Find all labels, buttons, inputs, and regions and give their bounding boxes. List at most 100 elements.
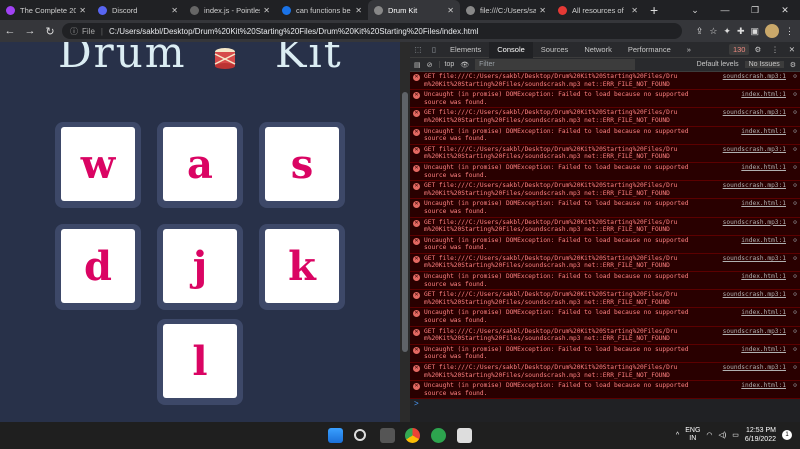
menu-icon[interactable]: ⋮ <box>785 26 794 37</box>
drum-key-w[interactable]: w <box>55 122 141 208</box>
reveal-icon[interactable]: ⊙ <box>793 182 797 190</box>
drum-key-letter[interactable]: l <box>163 324 237 398</box>
tab-close-icon[interactable]: ✕ <box>171 6 178 15</box>
message-source-link[interactable]: soundscrash.mp3:1 <box>723 73 786 81</box>
close-window-button[interactable]: ✕ <box>770 5 800 16</box>
console-error-message[interactable]: ✕ Uncaught (in promise) DOMException: Fai… <box>410 344 800 363</box>
console-error-message[interactable]: ✕ Uncaught (in promise) DOMException: Fai… <box>410 162 800 182</box>
devtools-tab-elements[interactable]: Elements <box>442 42 489 58</box>
tab-close-icon[interactable]: ✕ <box>79 6 86 15</box>
message-source-link[interactable]: soundscrash.mp3:1 <box>723 109 786 117</box>
console-error-message[interactable]: ✕ Uncaught (in promise) DOMException: Fai… <box>410 308 800 327</box>
browser-tab[interactable]: file:///C:/Users/sa ✕ <box>460 0 552 20</box>
console-error-message[interactable]: ✕ Uncaught (in promise) DOMException: Fai… <box>410 90 800 109</box>
reveal-icon[interactable]: ⊙ <box>793 200 797 208</box>
reveal-icon[interactable]: ⊙ <box>793 164 797 172</box>
tab-close-icon[interactable]: ✕ <box>263 6 270 15</box>
scrollbar-thumb[interactable] <box>402 92 408 352</box>
drum-key-l[interactable]: l <box>157 319 243 405</box>
reload-icon[interactable]: ↻ <box>40 25 60 38</box>
extensions-puzzle-icon[interactable]: ✚ <box>737 26 745 37</box>
clear-console-icon[interactable]: ⊘ <box>427 61 433 69</box>
message-source-link[interactable]: soundscrash.mp3:1 <box>723 255 786 263</box>
notification-badge[interactable]: 1 <box>782 430 792 440</box>
browser-tab[interactable]: Discord ✕ <box>92 0 184 20</box>
devtools-tab-network[interactable]: Network <box>576 42 620 58</box>
sidebar-toggle-icon[interactable]: ▤ <box>414 61 421 69</box>
address-bar[interactable]: ⓘ File | C:/Users/sakbl/Desktop/Drum%20K… <box>62 23 682 39</box>
reveal-icon[interactable]: ⊙ <box>793 346 797 354</box>
chrome-icon[interactable] <box>405 428 420 443</box>
message-source-link[interactable]: index.html:1 <box>741 309 786 317</box>
console-error-message[interactable]: ✕ GET file:///C:/Users/sakbl/Desktop/Drum… <box>410 326 800 345</box>
message-source-link[interactable]: soundscrash.mp3:1 <box>723 146 786 154</box>
console-error-message[interactable]: ✕ GET file:///C:/Users/sakbl/Desktop/Drum… <box>410 363 800 382</box>
volume-icon[interactable]: ◁) <box>719 431 727 439</box>
error-count-badge[interactable]: 130 <box>728 44 750 55</box>
message-source-link[interactable]: soundscrash.mp3:1 <box>723 219 786 227</box>
console-error-message[interactable]: ✕ Uncaught (in promise) DOMException: Fai… <box>410 381 800 400</box>
drum-key-j[interactable]: j <box>157 224 243 310</box>
devtools-tab-performance[interactable]: Performance <box>620 42 679 58</box>
minimize-button[interactable]: — <box>710 5 740 15</box>
side-panel-icon[interactable]: ▣ <box>750 26 759 37</box>
message-source-link[interactable]: soundscrash.mp3:1 <box>723 182 786 190</box>
tab-close-icon[interactable]: ✕ <box>631 6 638 15</box>
info-icon[interactable]: ⓘ <box>70 26 78 37</box>
extension-icon[interactable]: ✦ <box>723 26 731 37</box>
message-source-link[interactable]: index.html:1 <box>741 91 786 99</box>
console-error-message[interactable]: ✕ GET file:///C:/Users/sakbl/Desktop/Drum… <box>410 253 800 273</box>
log-levels-dropdown[interactable]: Default levels <box>697 61 739 68</box>
devtools-settings-icon[interactable]: ⚙ <box>749 45 766 54</box>
message-source-link[interactable]: soundscrash.mp3:1 <box>723 328 786 336</box>
device-toolbar-icon[interactable]: ▯ <box>426 45 442 54</box>
context-selector[interactable]: top <box>438 61 454 68</box>
task-view-icon[interactable] <box>380 428 395 443</box>
message-source-link[interactable]: index.html:1 <box>741 273 786 281</box>
reveal-icon[interactable]: ⊙ <box>793 309 797 317</box>
devtools-tab-sources[interactable]: Sources <box>533 42 577 58</box>
back-arrow-icon[interactable]: ← <box>0 25 20 37</box>
message-source-link[interactable]: index.html:1 <box>741 237 786 245</box>
browser-tab[interactable]: can functions be ✕ <box>276 0 368 20</box>
reveal-icon[interactable]: ⊙ <box>793 364 797 372</box>
console-error-message[interactable]: ✕ Uncaught (in promise) DOMException: Fai… <box>410 126 800 145</box>
tab-close-icon[interactable]: ✕ <box>447 6 454 15</box>
app-icon-green[interactable] <box>431 428 446 443</box>
reveal-icon[interactable]: ⊙ <box>793 291 797 299</box>
console-filter-input[interactable]: Filter <box>475 59 636 70</box>
console-error-message[interactable]: ✕ Uncaught (in promise) DOMException: Fai… <box>410 235 800 254</box>
reveal-icon[interactable]: ⊙ <box>793 128 797 136</box>
drum-key-a[interactable]: a <box>157 122 243 208</box>
reveal-icon[interactable]: ⊙ <box>793 237 797 245</box>
tab-close-icon[interactable]: ✕ <box>539 6 546 15</box>
reveal-icon[interactable]: ⊙ <box>793 219 797 227</box>
browser-tab[interactable]: The Complete 2022✕ <box>0 0 92 20</box>
tab-close-icon[interactable]: ✕ <box>355 6 362 15</box>
drum-key-s[interactable]: s <box>259 122 345 208</box>
drum-key-letter[interactable]: j <box>163 229 237 303</box>
drum-key-letter[interactable]: a <box>163 127 237 201</box>
reveal-icon[interactable]: ⊙ <box>793 146 797 154</box>
devtools-tab-console[interactable]: Console <box>489 41 533 58</box>
forward-arrow-icon[interactable]: → <box>20 25 40 37</box>
drum-key-letter[interactable]: w <box>61 127 135 201</box>
message-source-link[interactable]: index.html:1 <box>741 200 786 208</box>
reveal-icon[interactable]: ⊙ <box>793 255 797 263</box>
browser-tab[interactable]: Drum Kit ✕ <box>368 0 460 20</box>
reveal-icon[interactable]: ⊙ <box>793 382 797 390</box>
console-error-message[interactable]: ✕ GET file:///C:/Users/sakbl/Desktop/Drum… <box>410 181 800 200</box>
page-scrollbar[interactable] <box>400 42 410 422</box>
chevron-up-icon[interactable]: ^ <box>676 432 679 439</box>
inspect-icon[interactable]: ⬚ <box>410 45 426 54</box>
reveal-icon[interactable]: ⊙ <box>793 73 797 81</box>
message-source-link[interactable]: index.html:1 <box>741 164 786 172</box>
issues-button[interactable]: No Issues <box>744 61 784 68</box>
reveal-icon[interactable]: ⊙ <box>793 273 797 281</box>
profile-avatar[interactable] <box>765 24 779 38</box>
clock[interactable]: 12:53 PM 6/19/2022 <box>745 426 776 444</box>
drum-key-k[interactable]: k <box>259 224 345 310</box>
drum-key-d[interactable]: d <box>55 224 141 310</box>
console-prompt[interactable]: > <box>410 399 800 408</box>
drum-key-letter[interactable]: k <box>265 229 339 303</box>
